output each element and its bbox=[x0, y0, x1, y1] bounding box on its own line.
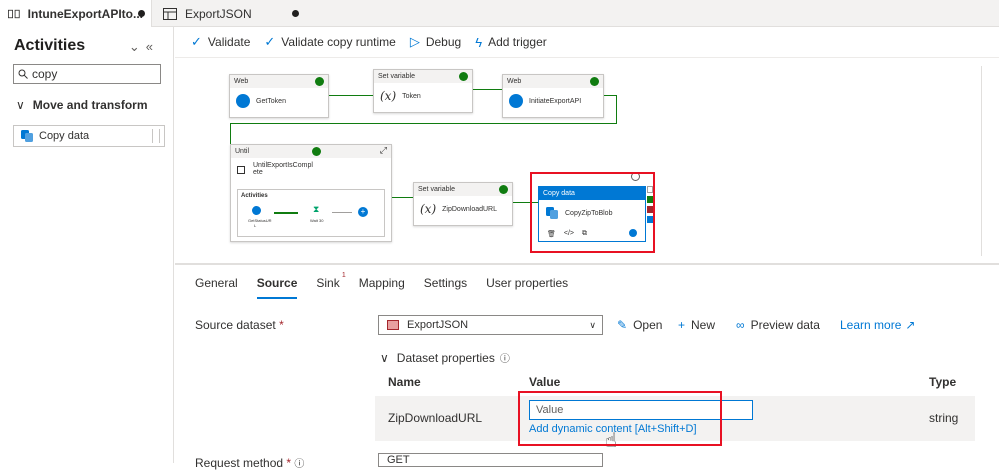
until-inner-canvas: Activities GetStatusUR L ⧗ Wait 30 + bbox=[237, 189, 385, 237]
pencil-icon: ✎ bbox=[617, 318, 628, 332]
add-trigger-button[interactable]: ϟ Add trigger bbox=[475, 35, 547, 50]
tab-mapping[interactable]: Mapping bbox=[359, 276, 405, 299]
checkmark-icon: ✓ bbox=[191, 34, 202, 49]
globe-icon bbox=[509, 94, 523, 108]
dataset-table-icon bbox=[163, 7, 177, 20]
tab-source[interactable]: Source bbox=[256, 276, 298, 299]
connector-line bbox=[274, 212, 298, 214]
tab-user-properties[interactable]: User properties bbox=[486, 276, 568, 299]
col-header-value: Value bbox=[529, 375, 561, 389]
success-check-icon bbox=[499, 185, 508, 194]
activity-node-gettoken[interactable]: Web GetToken bbox=[229, 74, 329, 118]
pane-controls: ⌄« bbox=[129, 39, 159, 55]
tab-label: ExportJSON bbox=[185, 6, 252, 21]
highlight-box bbox=[518, 391, 722, 446]
new-button[interactable]: + New bbox=[678, 318, 715, 332]
plus-icon: + bbox=[678, 318, 686, 332]
info-icon: ⓘ bbox=[294, 459, 305, 470]
source-dataset-select[interactable]: ExportJSON ∨ bbox=[378, 315, 603, 335]
play-icon: ▷ bbox=[409, 34, 420, 49]
properties-tabs: General Source Sink 1 Mapping Settings Us… bbox=[195, 272, 587, 299]
lightning-icon: ϟ bbox=[475, 34, 483, 50]
row-type: string bbox=[929, 411, 959, 425]
row-name: ZipDownloadURL bbox=[388, 411, 483, 425]
tab-label: IntuneExportAPIto... bbox=[27, 6, 143, 21]
drag-handle[interactable] bbox=[152, 129, 160, 143]
activity-copy-data[interactable]: Copy data bbox=[13, 125, 165, 147]
activity-node-token[interactable]: Set variable (x) Token bbox=[373, 69, 473, 113]
activities-search-input[interactable]: copy bbox=[13, 64, 161, 84]
chevron-down-icon: ∨ bbox=[16, 98, 25, 112]
unsaved-dot-icon bbox=[292, 10, 299, 17]
preview-data-button[interactable]: ∞ Preview data bbox=[736, 318, 820, 332]
error-badge: 1 bbox=[341, 272, 346, 279]
document-tab-bar: IntuneExportAPIto... ExportJSON bbox=[0, 0, 999, 27]
connector-line bbox=[616, 95, 617, 123]
tab-sink[interactable]: Sink 1 bbox=[316, 272, 345, 299]
connector-line bbox=[604, 95, 616, 96]
request-method-select[interactable]: GET bbox=[378, 453, 603, 467]
variable-fx-icon: (x) bbox=[420, 202, 437, 216]
activity-node-until[interactable]: Until ⤢ UntilExportIsCompl ete Activities … bbox=[230, 144, 392, 242]
connector-line bbox=[230, 123, 617, 124]
highlight-box bbox=[530, 172, 655, 253]
success-check-icon bbox=[590, 77, 599, 86]
pipeline-icon bbox=[8, 9, 20, 18]
hourglass-icon: ⧗ bbox=[313, 204, 320, 214]
pipeline-canvas[interactable]: Web GetToken Set variable (x) Token Web I… bbox=[175, 57, 999, 263]
connector-line bbox=[329, 95, 373, 96]
connector-line bbox=[473, 89, 502, 90]
expand-icon[interactable]: ⤢ bbox=[380, 145, 387, 156]
panel-splitter[interactable] bbox=[175, 263, 999, 265]
connector-line bbox=[392, 197, 413, 198]
collapse-pane-icon[interactable]: « bbox=[146, 39, 159, 54]
tab-dataset[interactable]: ExportJSON bbox=[155, 0, 307, 27]
unsaved-dot-icon bbox=[138, 10, 145, 17]
connector-line bbox=[332, 212, 352, 213]
checkmark-icon: ✓ bbox=[264, 34, 276, 49]
activity-node-zipdownloadurl[interactable]: Set variable (x) ZipDownloadURL bbox=[413, 182, 513, 226]
chevron-down-icon: ∨ bbox=[589, 319, 596, 330]
debug-button[interactable]: ▷ Debug bbox=[410, 34, 461, 50]
globe-icon bbox=[252, 206, 261, 215]
glasses-icon: ∞ bbox=[736, 318, 745, 332]
search-icon bbox=[18, 69, 28, 79]
activity-node-initiateexportapi[interactable]: Web InitiateExportAPI bbox=[502, 74, 604, 118]
external-link-icon: ↗ bbox=[905, 318, 916, 332]
canvas-zoom-controls bbox=[981, 66, 999, 256]
info-icon: ⓘ bbox=[499, 354, 510, 365]
pipeline-toolbar: ✓ Validate ✓ Validate copy runtime ▷ Debug … bbox=[175, 27, 999, 57]
tab-pipeline[interactable]: IntuneExportAPIto... bbox=[0, 0, 152, 27]
collapse-all-icon[interactable]: ⌄ bbox=[129, 39, 146, 54]
group-move-and-transform[interactable]: ∨ Move and transform bbox=[16, 98, 147, 112]
chevron-down-icon: ∨ bbox=[380, 350, 389, 365]
dataset-properties-toggle[interactable]: ∨ Dataset properties ⓘ bbox=[380, 350, 510, 366]
validate-copy-runtime-button[interactable]: ✓ Validate copy runtime bbox=[264, 34, 395, 50]
tab-general[interactable]: General bbox=[195, 276, 238, 299]
loop-icon bbox=[237, 166, 245, 174]
source-dataset-label: Source dataset * bbox=[195, 318, 284, 332]
add-activity-icon[interactable]: + bbox=[358, 207, 368, 217]
col-header-type: Type bbox=[929, 375, 957, 389]
activities-pane: Activities ⌄« copy ∨ Move and transform … bbox=[0, 27, 174, 463]
col-header-name: Name bbox=[388, 375, 421, 389]
globe-icon bbox=[236, 94, 250, 108]
dataset-table-icon bbox=[387, 320, 399, 330]
success-check-icon bbox=[315, 77, 324, 86]
copy-data-icon bbox=[21, 130, 33, 142]
tab-settings[interactable]: Settings bbox=[424, 276, 467, 299]
success-check-icon bbox=[312, 147, 321, 156]
success-check-icon bbox=[459, 72, 468, 81]
variable-fx-icon: (x) bbox=[380, 89, 397, 103]
learn-more-link[interactable]: Learn more ↗ bbox=[840, 318, 915, 332]
open-button[interactable]: ✎ Open bbox=[617, 318, 662, 332]
activities-title: Activities bbox=[14, 37, 86, 54]
validate-button[interactable]: ✓ Validate bbox=[191, 34, 250, 50]
